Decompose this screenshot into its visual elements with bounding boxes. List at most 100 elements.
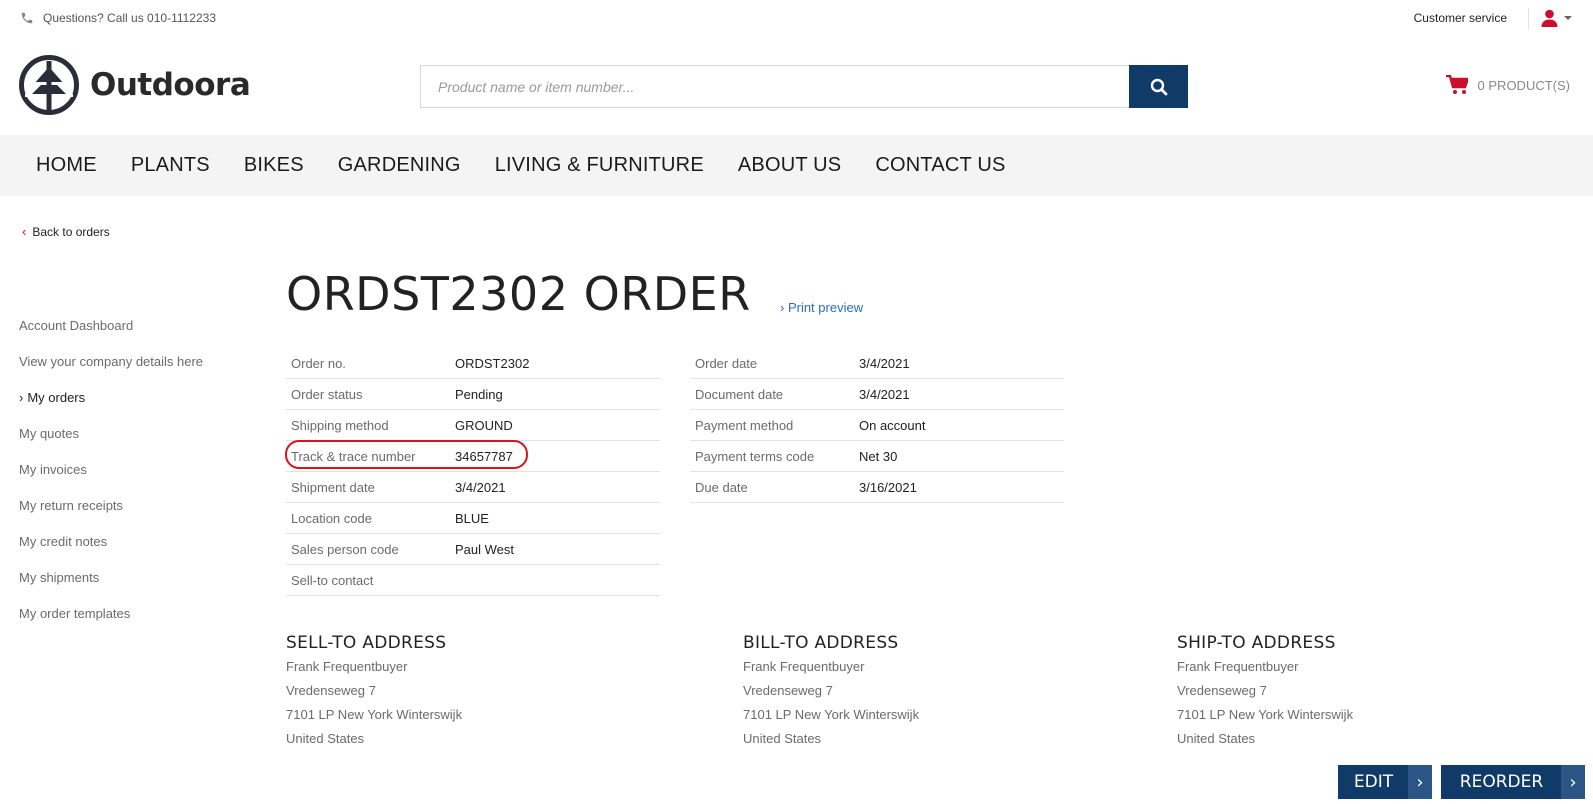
detail-label: Shipping method	[291, 417, 389, 433]
order-details-left: Order no. ORDST2302 Order status Pending S…	[286, 348, 660, 596]
user-icon	[1541, 9, 1558, 27]
detail-value: On account	[859, 417, 926, 433]
chevron-down-icon	[1564, 16, 1572, 20]
detail-row: Order status Pending	[286, 379, 660, 410]
sidebar-item-company-details[interactable]: View your company details here	[19, 354, 203, 390]
address-line: Vredenseweg 7	[743, 683, 833, 698]
search-button[interactable]	[1129, 65, 1188, 108]
address-line: Frank Frequentbuyer	[1177, 659, 1299, 674]
sidebar-item-my-return-receipts[interactable]: My return receipts	[19, 498, 203, 534]
address-line: 7101 LP New York Winterswijk	[1177, 707, 1354, 722]
detail-row: Sell-to contact	[286, 565, 660, 596]
detail-label: Track & trace number	[291, 448, 416, 464]
nav-living-furniture[interactable]: LIVING & FURNITURE	[495, 154, 704, 177]
detail-value: Pending	[455, 386, 503, 402]
sidebar-item-my-order-templates[interactable]: My order templates	[19, 606, 203, 642]
address-line: Vredenseweg 7	[1177, 683, 1267, 698]
print-preview-link[interactable]: › Print preview	[780, 300, 863, 315]
page-title: ORDST2302 ORDER	[286, 267, 751, 321]
detail-value: 3/4/2021	[859, 355, 910, 371]
phone-icon	[21, 12, 33, 24]
sidebar-item-my-credit-notes[interactable]: My credit notes	[19, 534, 203, 570]
top-bar: Questions? Call us 010-1112233 Customer …	[0, 0, 1593, 38]
chevron-right-icon: ›	[1408, 765, 1432, 799]
phone-text: Questions? Call us 010-1112233	[43, 11, 217, 25]
nav-bikes[interactable]: BIKES	[244, 154, 304, 177]
logo-text: Outdoora	[90, 67, 251, 103]
nav-about-us[interactable]: ABOUT US	[738, 154, 841, 177]
detail-row: Order date 3/4/2021	[690, 348, 1064, 379]
back-to-orders-link[interactable]: ‹ Back to orders	[22, 224, 110, 239]
order-details-right: Order date 3/4/2021 Document date 3/4/2021…	[690, 348, 1064, 503]
detail-row: Due date 3/16/2021	[690, 472, 1064, 503]
nav-contact-us[interactable]: CONTACT US	[875, 154, 1005, 177]
tree-logo-icon	[19, 55, 79, 115]
detail-row: Document date 3/4/2021	[690, 379, 1064, 410]
edit-button-label: EDIT	[1353, 772, 1394, 792]
nav-plants[interactable]: PLANTS	[131, 154, 210, 177]
nav-home[interactable]: HOME	[36, 154, 97, 177]
user-menu[interactable]	[1541, 9, 1573, 27]
detail-value: Paul West	[455, 541, 515, 557]
detail-value: 3/4/2021	[455, 479, 506, 495]
detail-label: Order no.	[291, 355, 346, 371]
search-icon	[1150, 78, 1167, 95]
address-line: 7101 LP New York Winterswijk	[743, 707, 920, 722]
address-heading: SELL-TO ADDRESS	[286, 633, 447, 653]
nav-gardening[interactable]: GARDENING	[338, 154, 461, 177]
sell-to-address: SELL-TO ADDRESS Frank Frequentbuyer Vred…	[286, 633, 462, 754]
logo[interactable]: Outdoora	[19, 55, 251, 115]
address-line: Frank Frequentbuyer	[286, 659, 408, 674]
search-input[interactable]	[420, 65, 1129, 108]
detail-row-track-trace: Track & trace number 34657787	[286, 441, 660, 472]
edit-button[interactable]: EDIT ›	[1338, 765, 1432, 799]
cart-icon	[1445, 75, 1468, 94]
address-line: United States	[743, 731, 822, 746]
sidebar-item-my-orders[interactable]: My orders	[19, 390, 203, 426]
main-nav: HOME PLANTS BIKES GARDENING LIVING & FUR…	[0, 135, 1593, 196]
detail-label: Location code	[291, 510, 372, 526]
sidebar-item-my-shipments[interactable]: My shipments	[19, 570, 203, 606]
phone-info: Questions? Call us 010-1112233	[20, 11, 216, 25]
detail-label: Payment terms code	[695, 448, 815, 464]
track-trace-value: 34657787	[455, 448, 513, 464]
reorder-button[interactable]: REORDER ›	[1441, 765, 1585, 799]
address-line: United States	[1177, 731, 1256, 746]
detail-row: Location code BLUE	[286, 503, 660, 534]
detail-label: Due date	[695, 479, 748, 495]
detail-row: Payment method On account	[690, 410, 1064, 441]
detail-value: Net 30	[859, 448, 898, 464]
back-label: Back to orders	[32, 224, 110, 239]
detail-label: Order date	[695, 355, 758, 371]
detail-label: Payment method	[695, 417, 794, 433]
detail-label: Shipment date	[291, 479, 375, 495]
address-line: Vredenseweg 7	[286, 683, 376, 698]
detail-value: 3/4/2021	[859, 386, 910, 402]
address-heading: BILL-TO ADDRESS	[743, 633, 899, 653]
detail-value: 3/16/2021	[859, 479, 917, 495]
address-line: 7101 LP New York Winterswijk	[286, 707, 463, 722]
divider	[1528, 8, 1529, 30]
sidebar-item-account-dashboard[interactable]: Account Dashboard	[19, 318, 203, 354]
sidebar-item-my-invoices[interactable]: My invoices	[19, 462, 203, 498]
detail-label: Sell-to contact	[291, 572, 374, 588]
sidebar-item-my-quotes[interactable]: My quotes	[19, 426, 203, 462]
customer-service-link[interactable]: Customer service	[1414, 11, 1507, 25]
detail-value: GROUND	[455, 417, 513, 433]
detail-value: ORDST2302	[455, 355, 530, 371]
cart-link[interactable]: 0 PRODUCT(S)	[1445, 75, 1570, 95]
bill-to-address: BILL-TO ADDRESS Frank Frequentbuyer Vred…	[743, 633, 919, 754]
chevron-right-icon: ›	[1561, 765, 1585, 799]
cart-count: 0 PRODUCT(S)	[1477, 77, 1570, 93]
detail-value: BLUE	[455, 510, 489, 526]
detail-label: Document date	[695, 386, 784, 402]
detail-row: Shipping method GROUND	[286, 410, 660, 441]
account-sidebar: Account Dashboard View your company deta…	[19, 318, 203, 642]
address-line: United States	[286, 731, 365, 746]
chevron-left-icon: ‹	[22, 224, 27, 239]
detail-row: Sales person code Paul West	[286, 534, 660, 565]
reorder-button-label: REORDER	[1459, 772, 1544, 792]
address-line: Frank Frequentbuyer	[743, 659, 865, 674]
detail-label: Order status	[291, 386, 363, 402]
detail-row: Order no. ORDST2302	[286, 348, 660, 379]
